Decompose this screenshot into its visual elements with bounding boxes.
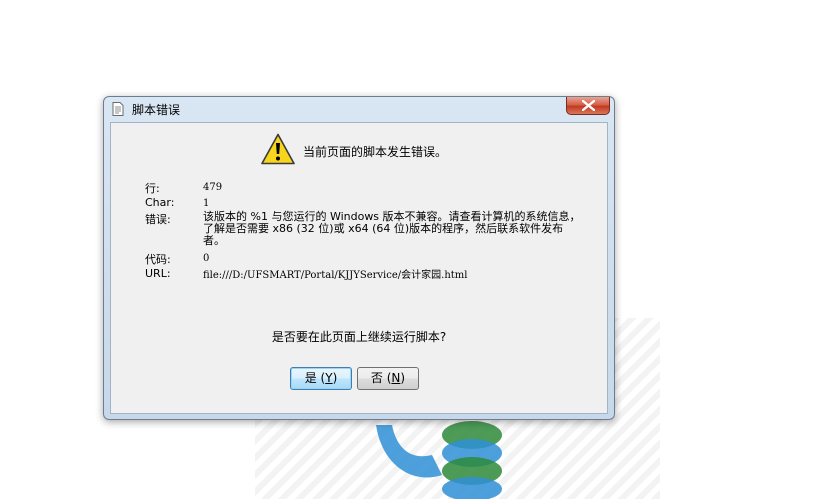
code-value: 0 bbox=[203, 253, 210, 264]
error-label: 错误: bbox=[145, 213, 171, 226]
url-label: URL: bbox=[145, 267, 171, 280]
char-value: 1 bbox=[203, 198, 210, 209]
title-bar[interactable]: 脚本错误 bbox=[104, 97, 614, 121]
dialog-content: 当前页面的脚本发生错误。 行: 479 Char: 1 错误: 该版本的 %1 … bbox=[110, 122, 608, 414]
dialog-title: 脚本错误 bbox=[132, 103, 181, 117]
char-label: Char: bbox=[145, 196, 175, 209]
document-icon bbox=[112, 102, 124, 116]
close-button[interactable] bbox=[566, 97, 610, 115]
code-label: 代码: bbox=[145, 253, 171, 266]
yes-button-label: 是 bbox=[304, 371, 317, 385]
close-icon bbox=[582, 100, 595, 111]
continue-question: 是否要在此页面上继续运行脚本? bbox=[271, 330, 447, 344]
error-headline: 当前页面的脚本发生错误。 bbox=[303, 145, 448, 159]
warning-icon bbox=[261, 133, 295, 165]
line-value: 479 bbox=[203, 182, 223, 193]
no-hotkey: N bbox=[391, 371, 401, 385]
yes-button[interactable]: 是 (Y) bbox=[290, 367, 352, 390]
no-button[interactable]: 否 (N) bbox=[357, 367, 419, 390]
yes-hotkey: Y bbox=[325, 371, 333, 385]
url-value: file:///D:/UFSMART/Portal/KJJYService/会计… bbox=[203, 270, 468, 281]
error-message: 该版本的 %1 与您运行的 Windows 版本不兼容。请查看计算机的系统信息，… bbox=[203, 210, 581, 247]
line-label: 行: bbox=[145, 182, 160, 195]
script-error-dialog: 脚本错误 当前页面的脚本发生错误。 行: 479 Char: 1 错误: 该版本… bbox=[103, 96, 615, 420]
no-button-label: 否 bbox=[370, 371, 383, 385]
